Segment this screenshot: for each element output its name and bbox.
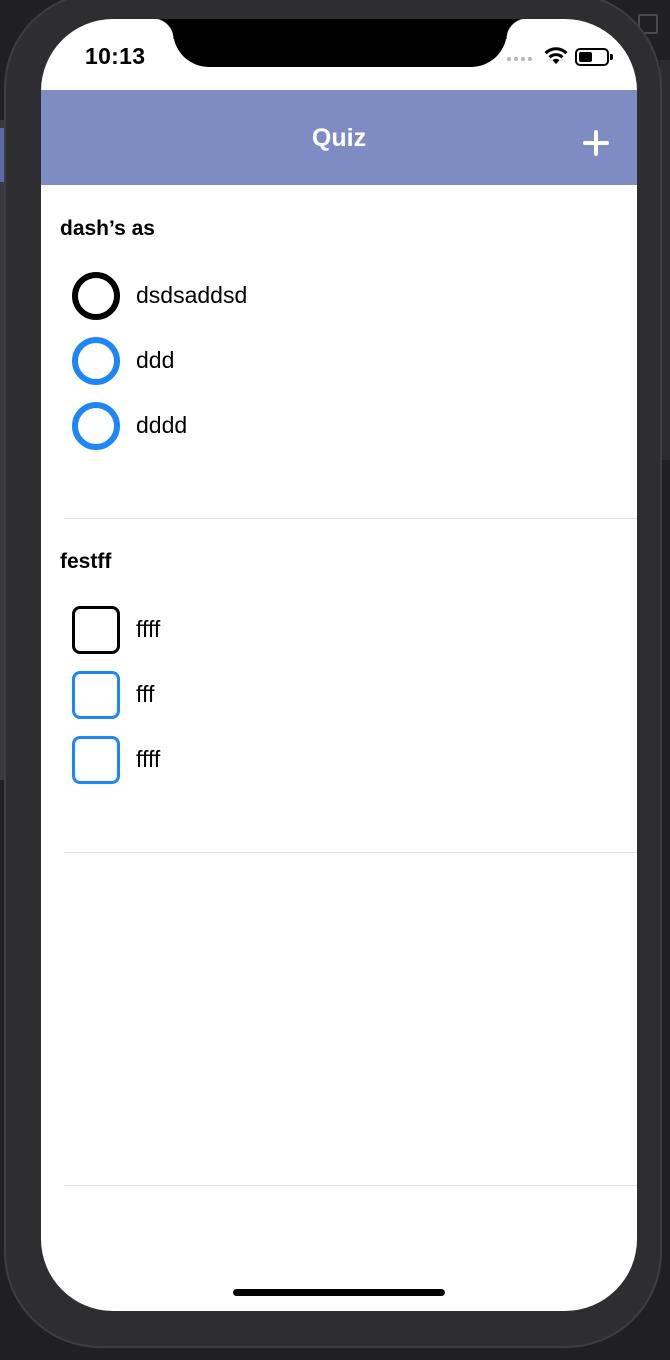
- nav-bar: Quiz: [41, 90, 637, 185]
- status-time: 10:13: [85, 43, 146, 69]
- option-label: dsdsaddsd: [136, 282, 248, 308]
- checkbox-square-icon: [72, 736, 120, 784]
- checkbox-option[interactable]: fff: [72, 671, 572, 721]
- radio-option[interactable]: dddd: [72, 402, 572, 452]
- section-divider: [64, 1185, 637, 1186]
- option-label: ffff: [136, 616, 161, 642]
- phone-frame: 10:13 Quiz dash’s as dsdsaddsd ddd dddd …: [4, 0, 662, 1348]
- radio-option[interactable]: ddd: [72, 337, 572, 387]
- app-screen: 10:13 Quiz dash’s as dsdsaddsd ddd dddd …: [41, 19, 637, 1311]
- checkbox-option[interactable]: ffff: [72, 736, 572, 786]
- option-label: fff: [136, 681, 155, 707]
- home-indicator[interactable]: [233, 1289, 445, 1296]
- add-question-button[interactable]: [581, 128, 611, 158]
- radio-circle-icon: [72, 402, 120, 450]
- radio-option[interactable]: dsdsaddsd: [72, 272, 572, 322]
- radio-circle-icon: [72, 337, 120, 385]
- option-label: dddd: [136, 412, 188, 438]
- radio-circle-icon: [72, 272, 120, 320]
- question-card: dash’s as dsdsaddsd ddd dddd: [41, 185, 637, 519]
- status-icons: [507, 45, 617, 69]
- question-card: festff ffff fff ffff: [41, 519, 637, 852]
- option-label: ffff: [136, 746, 161, 772]
- section-divider: [64, 852, 637, 853]
- option-label: ddd: [136, 347, 175, 373]
- checkbox-option[interactable]: ffff: [72, 606, 572, 656]
- question-title: festff: [60, 550, 112, 573]
- nav-title: Quiz: [311, 124, 367, 152]
- checkbox-square-icon: [72, 671, 120, 719]
- battery-icon: [575, 48, 613, 66]
- wifi-icon: [544, 47, 568, 64]
- signal-icon: [507, 57, 532, 61]
- device-notch: [153, 19, 527, 67]
- question-title: dash’s as: [60, 217, 155, 240]
- checkbox-square-icon: [72, 606, 120, 654]
